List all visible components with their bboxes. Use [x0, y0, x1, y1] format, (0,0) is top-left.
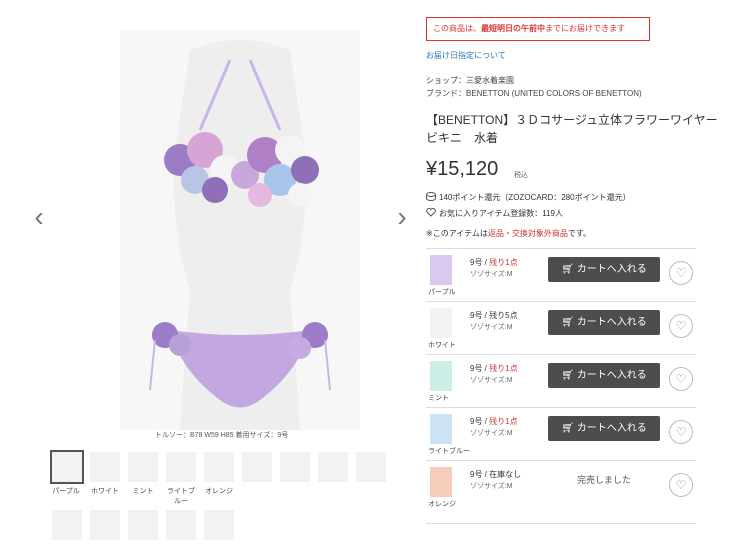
favorite-heart-icon[interactable]: ♡ [669, 314, 693, 338]
variant-color: ライトブルー [428, 448, 470, 455]
torso-mannequin-image [120, 30, 360, 430]
coins-icon [426, 192, 436, 203]
notice-prefix: この商品は、 [433, 24, 481, 33]
add-to-cart-button[interactable]: 🛒︎ カートへ入れる [548, 257, 660, 282]
cart-icon: 🛒︎ [561, 423, 577, 434]
shop-name[interactable]: ショップ：三愛水着楽園 [426, 75, 514, 86]
variant-row-orange: オレンジ 9号 / 在庫なし ゾゾサイズ:M 完売しました ♡ [426, 460, 696, 513]
favorite-heart-icon[interactable]: ♡ [669, 367, 693, 391]
variant-size: 9号 / 在庫なし [470, 470, 522, 479]
points-text: 140ポイント還元（ZOZOCARD：280ポイント還元） [439, 193, 631, 202]
sold-out-label: 完売しました [576, 475, 631, 485]
prev-image-arrow-icon[interactable]: ‹ [32, 203, 46, 231]
cart-icon: 🛒︎ [561, 264, 577, 275]
thumb-extra-8[interactable] [166, 510, 196, 540]
variant-zozo-size: ゾゾサイズ:M [470, 271, 513, 278]
variant-zozo-size: ゾゾサイズ:M [470, 324, 513, 331]
favorite-count-text: お気に入りアイテム登録数：119人 [439, 209, 563, 218]
heart-outline-icon [426, 208, 436, 219]
notice-suffix: までにお届けできます [545, 24, 625, 33]
return-note-prefix: ※このアイテムは [426, 229, 488, 238]
variant-color: オレンジ [428, 501, 456, 508]
return-note-link[interactable]: 返品・交換対象外商品 [488, 229, 568, 238]
next-image-arrow-icon[interactable]: › [395, 203, 409, 231]
thumb-lightblue[interactable] [166, 452, 196, 482]
variant-swatch [430, 467, 452, 497]
thumb-extra-1[interactable] [242, 452, 272, 482]
variant-swatch [430, 255, 452, 285]
product-title: 【BENETTON】３Ｄコサージュ立体フラワーワイヤービキニ 水着 [426, 113, 718, 145]
variant-size: 9号 / 残り1点 [470, 417, 518, 426]
thumb-mint[interactable] [128, 452, 158, 482]
product-price: ¥15,120 [426, 158, 499, 180]
favorite-heart-icon[interactable]: ♡ [669, 261, 693, 285]
variant-color: ミント [428, 395, 449, 402]
variant-row-white: ホワイト 9号 / 残り5点 ゾゾサイズ:M 🛒︎ カートへ入れる ♡ [426, 301, 696, 354]
thumb-extra-4[interactable] [356, 452, 386, 482]
thumb-orange[interactable] [204, 452, 234, 482]
thumb-label-mint: ミント [132, 488, 154, 495]
variant-zozo-size: ゾゾサイズ:M [470, 377, 513, 384]
brand-name[interactable]: ブランド：BENETTON (UNITED COLORS OF BENETTON… [426, 88, 642, 99]
add-to-cart-button[interactable]: 🛒︎ カートへ入れる [548, 363, 660, 388]
variant-swatch [430, 361, 452, 391]
thumb-purple[interactable] [50, 450, 84, 484]
variant-color: ホワイト [428, 342, 456, 349]
delivery-notice: この商品は、最短明日の午前中までにお届けできます [426, 17, 650, 41]
variant-size: 9号 / 残り5点 [470, 311, 518, 320]
points-info: 140ポイント還元（ZOZOCARD：280ポイント還元） [426, 192, 631, 203]
thumb-extra-2[interactable] [280, 452, 310, 482]
variant-row-mint: ミント 9号 / 残り1点 ゾゾサイズ:M 🛒︎ カートへ入れる ♡ [426, 354, 696, 407]
return-note: ※このアイテムは返品・交換対象外商品です。 [426, 228, 591, 239]
thumb-extra-3[interactable] [318, 452, 348, 482]
thumb-extra-6[interactable] [90, 510, 120, 540]
tax-label: 税込 [514, 172, 528, 179]
notice-emphasis: 最短明日の午前中 [481, 24, 545, 33]
add-to-cart-button[interactable]: 🛒︎ カートへ入れる [548, 416, 660, 441]
torso-size-caption: トルソー：B78 W59 H85 着用サイズ：9号 [155, 432, 289, 439]
thumb-label-lightblue: ライトブ ルー [167, 488, 195, 505]
favorite-heart-icon[interactable]: ♡ [669, 420, 693, 444]
delivery-date-link[interactable]: お届け日指定について [426, 50, 506, 61]
thumb-label-orange: オレンジ [205, 488, 233, 495]
variant-color: パープル [428, 289, 456, 296]
cart-icon: 🛒︎ [561, 317, 577, 328]
variant-row-purple: パープル 9号 / 残り1点 ゾゾサイズ:M 🛒︎ カートへ入れる ♡ [426, 248, 696, 301]
thumb-extra-9[interactable] [204, 510, 234, 540]
bikini-illustration [120, 30, 360, 430]
favorite-heart-icon[interactable]: ♡ [669, 473, 693, 497]
add-to-cart-button[interactable]: 🛒︎ カートへ入れる [548, 310, 660, 335]
thumb-white[interactable] [90, 452, 120, 482]
variant-swatch [430, 414, 452, 444]
variant-row-lightblue: ライトブルー 9号 / 残り1点 ゾゾサイズ:M 🛒︎ カートへ入れる ♡ [426, 407, 696, 460]
variant-zozo-size: ゾゾサイズ:M [470, 483, 513, 490]
variant-swatch [430, 308, 452, 338]
variant-list-bottom-divider [426, 523, 696, 524]
variant-size: 9号 / 残り1点 [470, 258, 518, 267]
thumb-label-purple: パープル [52, 488, 80, 495]
thumb-extra-7[interactable] [128, 510, 158, 540]
variant-size: 9号 / 残り1点 [470, 364, 518, 373]
favorite-count: お気に入りアイテム登録数：119人 [426, 208, 563, 219]
variant-zozo-size: ゾゾサイズ:M [470, 430, 513, 437]
cart-icon: 🛒︎ [561, 370, 577, 381]
thumb-label-white: ホワイト [91, 488, 119, 495]
return-note-suffix: です。 [567, 229, 592, 238]
thumb-extra-5[interactable] [52, 510, 82, 540]
main-product-photo [30, 20, 390, 430]
